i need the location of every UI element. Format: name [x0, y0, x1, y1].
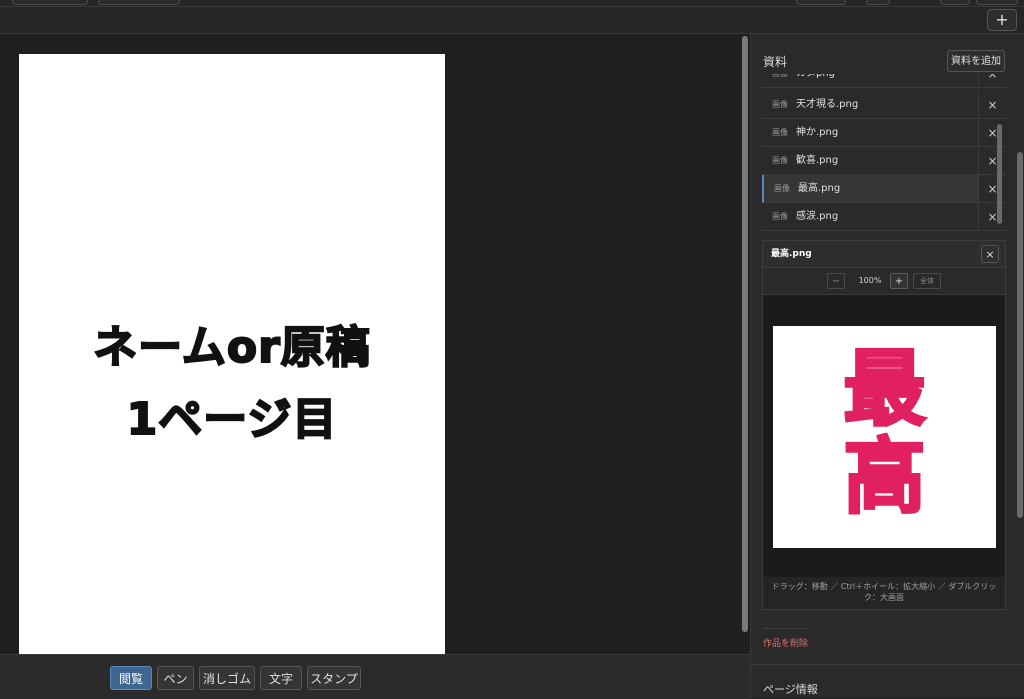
preview-image[interactable]: 最 高	[773, 326, 996, 548]
item-kind: 画像	[774, 184, 790, 193]
divider	[763, 628, 807, 629]
top-button-stub[interactable]	[940, 0, 970, 5]
materials-list-scrollbar[interactable]	[997, 74, 1002, 232]
list-item-selected[interactable]: 画像 最高.png	[762, 175, 978, 203]
canvas-area[interactable]: ネームor原稿 1ページ目	[0, 34, 740, 654]
preview-hint: ドラッグ：移動 ／ Ctrl＋ホイール：拡大縮小 ／ ダブルクリック：大画面	[771, 582, 997, 602]
page-text-line1: ネームor原稿	[92, 321, 371, 374]
item-name: 歓喜.png	[796, 155, 839, 166]
materials-list: 画像 カヌpng × 画像 天才現る.png × 画像 神か.png × 画像 …	[762, 74, 1006, 232]
item-name: 最高.png	[798, 183, 841, 194]
right-panel: 資料 資料を追加 画像 カヌpng × 画像 天才現る.png × 画像 神か.…	[750, 34, 1024, 698]
zoom-level: 100%	[858, 276, 882, 285]
page-text-line2: 1ページ目	[126, 393, 338, 446]
item-name: 天才現る.png	[796, 99, 859, 110]
canvas-scrollbar[interactable]	[741, 34, 749, 654]
item-kind: 画像	[772, 156, 788, 165]
tool-eraser-button[interactable]: 消しゴム	[199, 666, 255, 690]
top-menu-bar	[0, 0, 1024, 7]
top-button-stub[interactable]	[866, 0, 890, 5]
top-button-stub[interactable]	[12, 0, 88, 5]
top-button-stub[interactable]	[98, 0, 180, 5]
list-item[interactable]: 画像 神か.png	[762, 119, 978, 147]
preview-image-text-line2: 高	[842, 430, 927, 525]
top-button-stub[interactable]	[796, 0, 846, 5]
tool-stamp-button[interactable]: スタンプ	[307, 666, 361, 690]
page-info-title: ページ情報	[763, 683, 818, 696]
tool-view-button[interactable]: 閲覧	[110, 666, 152, 690]
add-tab-button[interactable]: +	[987, 9, 1017, 31]
preview-image-text-line1: 最	[842, 342, 927, 437]
add-material-button[interactable]: 資料を追加	[947, 50, 1005, 72]
zoom-in-button[interactable]: +	[890, 273, 908, 289]
preview-file-name: 最高.png	[771, 249, 812, 259]
materials-list-scrollbar-thumb[interactable]	[997, 124, 1002, 224]
list-item[interactable]: 画像 感涙.png	[762, 203, 978, 231]
canvas-scrollbar-thumb[interactable]	[742, 36, 748, 632]
preview-zoom-bar: − 100% + 全体	[763, 268, 1005, 295]
item-kind: 画像	[772, 74, 788, 88]
list-item[interactable]: 画像 カヌpng	[762, 74, 978, 88]
preview-close-button[interactable]: ×	[981, 245, 999, 263]
right-panel-scrollbar[interactable]	[1017, 152, 1023, 518]
item-kind: 画像	[772, 128, 788, 137]
section-divider	[751, 664, 1024, 665]
tool-pen-button[interactable]: ペン	[157, 666, 194, 690]
item-name: 感涙.png	[796, 211, 839, 222]
tool-bar: 閲覧 ペン 消しゴム 文字 スタンプ	[0, 654, 750, 699]
zoom-out-button[interactable]: −	[827, 273, 845, 289]
list-item[interactable]: 画像 歓喜.png	[762, 147, 978, 175]
materials-title: 資料	[763, 55, 788, 69]
item-name: カヌpng	[796, 74, 835, 88]
manuscript-page[interactable]: ネームor原稿 1ページ目	[19, 54, 445, 654]
item-kind: 画像	[772, 212, 788, 221]
preview-header: 最高.png ×	[763, 241, 1005, 268]
item-name: 神か.png	[796, 127, 839, 138]
page-text: ネームor原稿 1ページ目	[19, 312, 445, 456]
tool-text-button[interactable]: 文字	[260, 666, 302, 690]
material-preview: 最高.png × − 100% + 全体 最 高 ドラッグ：移動 ／ Ctrl＋…	[762, 240, 1006, 610]
top-button-stub[interactable]	[976, 0, 1018, 5]
list-item[interactable]: 画像 天才現る.png	[762, 91, 978, 119]
preview-viewport[interactable]: 最 高	[763, 295, 1005, 577]
delete-work-link[interactable]: 作品を削除	[763, 636, 808, 649]
zoom-fit-button[interactable]: 全体	[913, 273, 941, 289]
item-kind: 画像	[772, 100, 788, 109]
tab-bar: +	[0, 7, 1024, 34]
